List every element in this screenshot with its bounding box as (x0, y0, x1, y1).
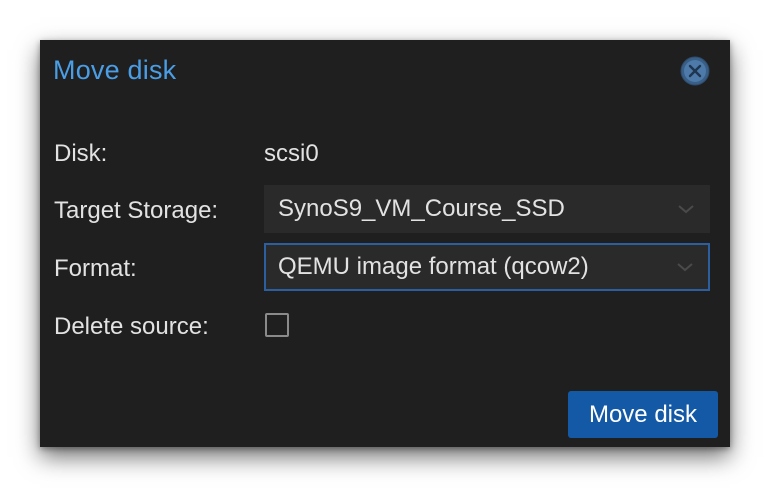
delete-source-label: Delete source: (54, 313, 209, 340)
chevron-down-icon (677, 263, 693, 272)
close-circle-icon (680, 56, 710, 86)
format-label: Format: (54, 255, 137, 282)
format-select[interactable]: QEMU image format (qcow2) (264, 243, 710, 291)
target-storage-label: Target Storage: (54, 197, 219, 224)
move-disk-dialog: Move disk Disk: scsi0 Target Storage: Sy… (40, 40, 730, 447)
target-storage-select[interactable]: SynoS9_VM_Course_SSD (264, 185, 710, 233)
close-button[interactable] (679, 55, 711, 87)
target-storage-value: SynoS9_VM_Course_SSD (278, 195, 565, 222)
dialog-title: Move disk (53, 55, 177, 85)
format-value: QEMU image format (qcow2) (278, 253, 589, 280)
delete-source-checkbox[interactable] (265, 313, 289, 337)
move-disk-button[interactable]: Move disk (568, 391, 718, 438)
disk-value: scsi0 (264, 140, 319, 167)
chevron-down-icon (678, 205, 694, 214)
disk-label: Disk: (54, 140, 108, 167)
